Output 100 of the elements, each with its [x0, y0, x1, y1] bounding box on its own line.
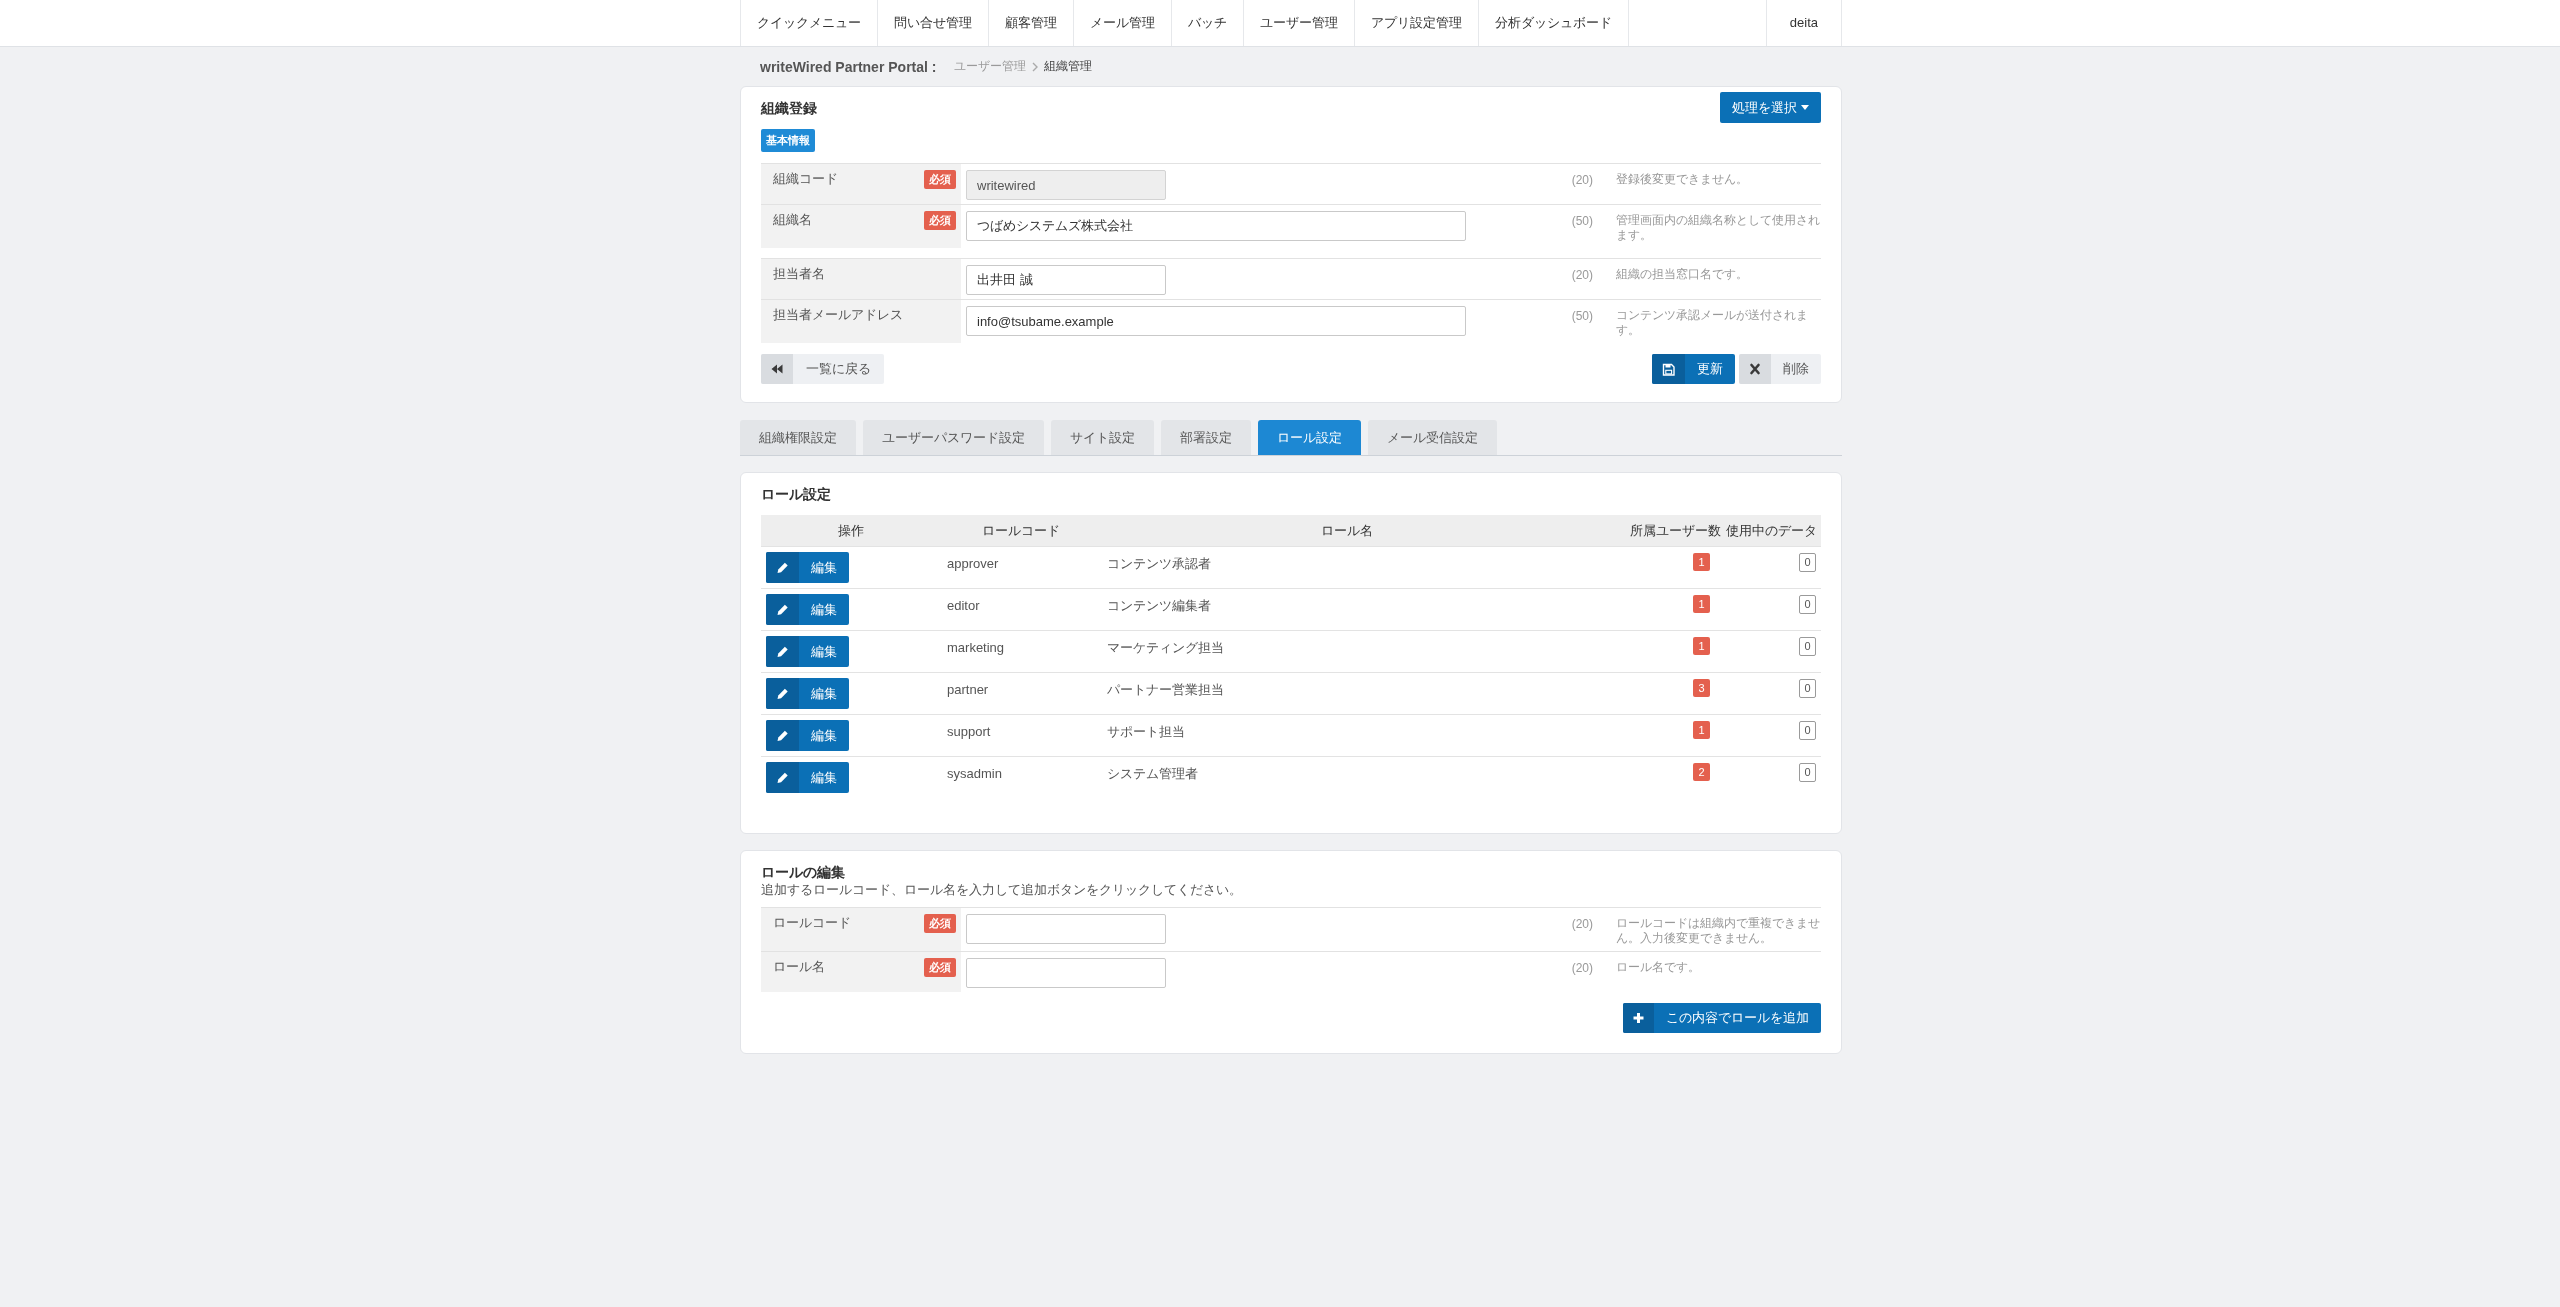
edit-button[interactable]: 編集 — [766, 720, 849, 751]
tab[interactable]: ロール設定 — [1258, 420, 1361, 455]
pencil-icon — [766, 636, 799, 667]
data-count-badge: 0 — [1799, 721, 1816, 740]
field-hint: 組織の担当窓口名です。 — [1616, 267, 1749, 282]
delete-button[interactable]: 削除 — [1739, 354, 1821, 384]
edit-button[interactable]: 編集 — [766, 636, 849, 667]
edit-button[interactable]: 編集 — [766, 678, 849, 709]
user-menu[interactable]: deita — [1765, 0, 1842, 46]
role-code: marketing — [947, 640, 1005, 655]
data-count-badge: 0 — [1799, 553, 1816, 572]
text-input[interactable] — [966, 914, 1166, 944]
text-input[interactable]: 出井田 誠 — [966, 265, 1166, 295]
role-code: support — [947, 724, 991, 739]
portal-title: writeWired Partner Portal : — [760, 58, 937, 75]
required-badge: 必須 — [924, 170, 956, 189]
field-hint: コンテンツ承認メールが送付されます。 — [1616, 308, 1809, 338]
column-header: ロールコード — [982, 522, 1060, 539]
field-hint: ロールコードは組織内で重複できません。入力後変更できません。 — [1616, 916, 1821, 946]
text-input[interactable]: つばめシステムズ株式会社 — [966, 211, 1466, 241]
backward-icon — [761, 354, 793, 384]
text-input[interactable]: info@tsubame.example — [966, 306, 1466, 336]
action-menu-button[interactable]: 処理を選択 — [1720, 92, 1821, 123]
chevron-right-icon — [1032, 61, 1039, 72]
nav-menu-item[interactable]: バッチ — [1172, 0, 1244, 46]
pencil-icon — [766, 594, 799, 625]
role-code: sysadmin — [947, 766, 1002, 781]
role-code: editor — [947, 598, 980, 613]
instruction-text: 追加するロールコード、ロール名を入力して追加ボタンをクリックしてください。 — [761, 882, 1242, 897]
tab[interactable]: メール受信設定 — [1368, 420, 1497, 455]
required-badge: 必須 — [924, 914, 956, 933]
role-name: マーケティング担当 — [1107, 640, 1224, 655]
edit-button[interactable]: 編集 — [766, 594, 849, 625]
nav-menu-item[interactable]: ユーザー管理 — [1244, 0, 1355, 46]
add-button[interactable]: この内容でロールを追加 — [1623, 1003, 1821, 1033]
tab[interactable]: 組織権限設定 — [740, 420, 856, 455]
required-badge: 必須 — [924, 958, 956, 977]
column-header: 所属ユーザー数 — [1630, 522, 1721, 539]
nav-menu-item[interactable]: クイックメニュー — [740, 0, 878, 46]
section-label: 基本情報 — [761, 129, 815, 152]
field-hint: 管理画面内の組織名称として使用されます。 — [1616, 213, 1821, 243]
user-count-badge: 1 — [1693, 595, 1710, 613]
role-name: コンテンツ承認者 — [1107, 556, 1211, 571]
nav-menu-item[interactable]: メール管理 — [1074, 0, 1172, 46]
save-button[interactable]: 更新 — [1652, 354, 1735, 384]
role-code: approver — [947, 556, 999, 571]
plus-icon — [1623, 1003, 1654, 1033]
role-code: partner — [947, 682, 989, 697]
role-name: パートナー営業担当 — [1107, 682, 1224, 697]
edit-button[interactable]: 編集 — [766, 552, 849, 583]
length-limit: (20) — [1571, 917, 1593, 932]
card-title: 組織登録 — [761, 98, 817, 117]
column-header: 使用中のデータ — [1725, 522, 1817, 539]
nav-menu-item[interactable]: 問い合せ管理 — [878, 0, 989, 46]
back-button[interactable]: 一覧に戻る — [761, 354, 884, 384]
length-limit: (20) — [1571, 173, 1593, 188]
breadcrumb-current: 組織管理 — [1044, 58, 1093, 75]
required-badge: 必須 — [924, 211, 956, 230]
length-limit: (50) — [1571, 309, 1593, 324]
pencil-icon — [766, 552, 799, 583]
field-hint: ロール名です。 — [1616, 960, 1701, 975]
data-count-badge: 0 — [1799, 679, 1816, 698]
card-title: ロールの編集 — [761, 863, 845, 881]
user-count-badge: 1 — [1693, 553, 1710, 571]
field-label: ロールコード — [773, 914, 851, 931]
length-limit: (20) — [1571, 961, 1593, 976]
tab[interactable]: サイト設定 — [1051, 420, 1154, 455]
field-label: 組織コード — [773, 170, 838, 187]
field-label: ロール名 — [773, 958, 825, 975]
cross-icon — [1739, 354, 1771, 384]
pencil-icon — [766, 678, 799, 709]
data-count-badge: 0 — [1799, 595, 1816, 614]
field-label: 担当者名 — [773, 265, 825, 282]
field-label: 担当者メールアドレス — [773, 306, 903, 323]
caret-down-icon — [1801, 105, 1809, 110]
field-hint: 登録後変更できません。 — [1616, 172, 1749, 187]
column-header: 操作 — [838, 522, 864, 539]
nav-menu-item[interactable]: アプリ設定管理 — [1355, 0, 1479, 46]
nav-menu-item[interactable]: 顧客管理 — [989, 0, 1074, 46]
tab[interactable]: ユーザーパスワード設定 — [863, 420, 1044, 455]
role-name: コンテンツ編集者 — [1107, 598, 1211, 613]
nav-menu-item[interactable]: 分析ダッシュボード — [1479, 0, 1629, 46]
user-count-badge: 3 — [1693, 679, 1710, 697]
role-name: サポート担当 — [1107, 724, 1185, 739]
tab[interactable]: 部署設定 — [1161, 420, 1251, 455]
user-count-badge: 1 — [1693, 721, 1710, 739]
data-count-badge: 0 — [1799, 763, 1816, 782]
card-title: ロール設定 — [761, 485, 831, 503]
pencil-icon — [766, 762, 799, 793]
length-limit: (20) — [1571, 268, 1593, 283]
user-count-badge: 1 — [1693, 637, 1710, 655]
data-count-badge: 0 — [1799, 637, 1816, 656]
pencil-icon — [766, 720, 799, 751]
text-input[interactable] — [966, 958, 1166, 988]
user-count-badge: 2 — [1693, 763, 1710, 781]
length-limit: (50) — [1571, 214, 1593, 229]
role-name: システム管理者 — [1107, 766, 1198, 781]
field-label: 組織名 — [773, 211, 812, 228]
column-header: ロール名 — [1321, 522, 1373, 539]
edit-button[interactable]: 編集 — [766, 762, 849, 793]
